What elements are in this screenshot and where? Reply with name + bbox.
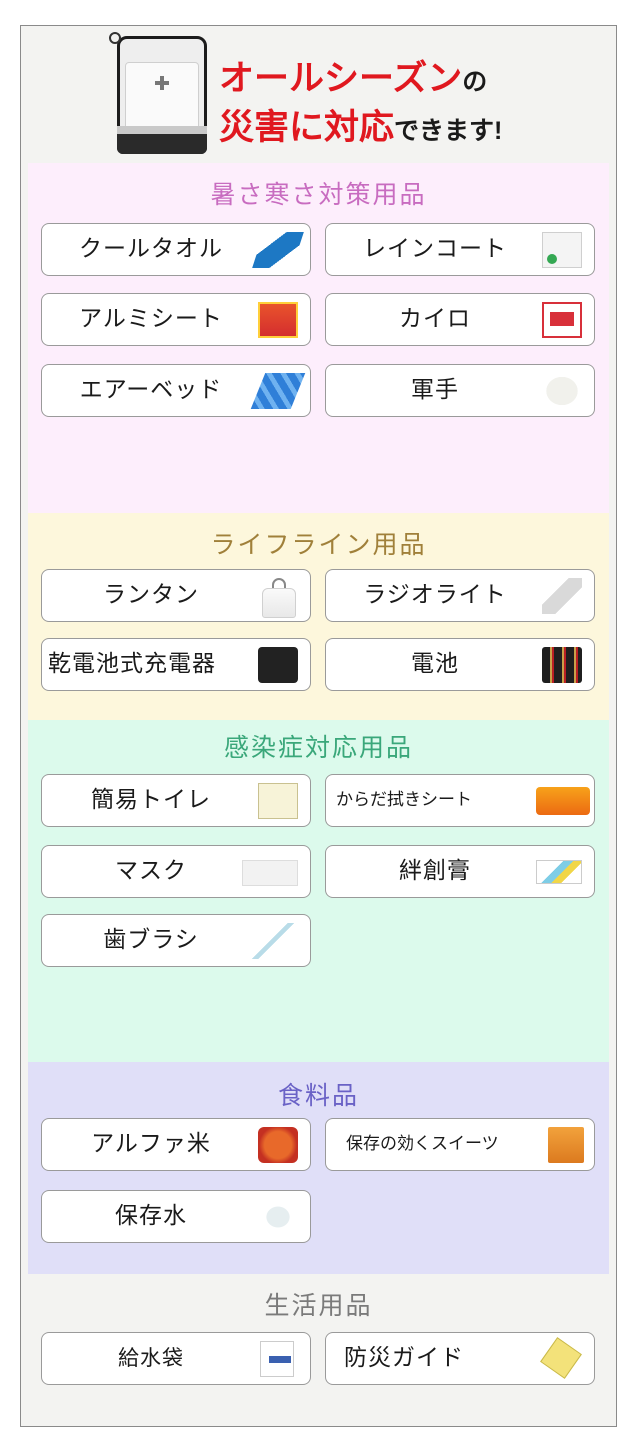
- section-infection: 感染症対応用品 簡易トイレ からだ拭きシート マスク 絆創膏 歯ブラシ: [28, 720, 609, 1062]
- item-label: 簡易トイレ: [91, 787, 211, 813]
- hero-headline-2: 災害に対応できます!: [219, 99, 502, 150]
- item-label: アルファ米: [91, 1131, 211, 1157]
- battery-charger-icon: [258, 647, 298, 683]
- hero-headline-1-small: の: [462, 68, 488, 96]
- item-label: レインコート: [363, 236, 507, 262]
- item-label: 軍手: [411, 377, 459, 403]
- item-label: 給水袋: [118, 1346, 184, 1370]
- hero-headline-2-main: 災害に対応: [219, 108, 395, 147]
- item-aluminum-sheet[interactable]: アルミシート: [41, 293, 311, 346]
- backpack-icon: [109, 32, 215, 156]
- item-raincoat[interactable]: レインコート: [325, 223, 595, 276]
- radio-light-icon: [542, 578, 582, 614]
- section-title: 暑さ寒さ対策用品: [210, 180, 427, 209]
- item-body-wipes[interactable]: からだ拭きシート: [325, 774, 595, 827]
- water-bag-icon: [260, 1341, 294, 1377]
- item-batteries[interactable]: 電池: [325, 638, 595, 691]
- hero-headline-1: オールシーズンの: [219, 50, 487, 101]
- item-air-bed[interactable]: エアーベッド: [41, 364, 311, 417]
- section-living: 生活用品 給水袋 防災ガイド: [28, 1274, 609, 1419]
- section-title: 感染症対応用品: [223, 733, 413, 762]
- hand-warmer-icon: [542, 302, 582, 338]
- item-label: アルミシート: [79, 306, 223, 332]
- section-heat-cold: 暑さ寒さ対策用品 クールタオル レインコート アルミシート カイロ エアーベッド…: [28, 163, 609, 513]
- item-radio-light[interactable]: ラジオライト: [325, 569, 595, 622]
- item-disaster-guide[interactable]: 防災ガイド: [325, 1332, 595, 1385]
- alpha-rice-icon: [258, 1127, 298, 1163]
- product-list-panel: オールシーズンの 災害に対応できます! 暑さ寒さ対策用品 クールタオル レインコ…: [20, 25, 617, 1427]
- hero-headline-1-main: オールシーズン: [219, 59, 463, 98]
- lantern-icon: [258, 578, 298, 618]
- item-label: カイロ: [399, 306, 471, 332]
- item-toothbrush[interactable]: 歯ブラシ: [41, 914, 311, 967]
- item-preserved-water[interactable]: 保存水: [41, 1190, 311, 1243]
- item-lantern[interactable]: ランタン: [41, 569, 311, 622]
- item-bandage[interactable]: 絆創膏: [325, 845, 595, 898]
- section-title: ライフライン用品: [210, 530, 427, 559]
- item-label: からだ拭きシート: [336, 790, 472, 810]
- mask-icon: [242, 860, 298, 886]
- item-label: 絆創膏: [399, 858, 471, 884]
- toothbrush-icon: [248, 923, 298, 959]
- section-lifeline: ライフライン用品 ランタン ラジオライト 乾電池式充電器 電池: [28, 513, 609, 720]
- section-title: 生活用品: [264, 1291, 373, 1320]
- section-title: 食料品: [277, 1081, 359, 1110]
- item-label: 保存水: [115, 1203, 187, 1229]
- hero-headline-2-small: できます!: [394, 117, 503, 145]
- item-portable-toilet[interactable]: 簡易トイレ: [41, 774, 311, 827]
- item-label: 歯ブラシ: [103, 927, 199, 953]
- aluminum-sheet-icon: [258, 302, 298, 338]
- water-bottle-icon: [258, 1199, 298, 1235]
- bandage-icon: [536, 860, 582, 884]
- hero-banner: オールシーズンの 災害に対応できます!: [21, 26, 616, 158]
- item-label: 乾電池式充電器: [48, 651, 216, 677]
- item-label: 保存の効くスイーツ: [346, 1134, 499, 1154]
- portable-toilet-icon: [258, 783, 298, 819]
- item-battery-charger[interactable]: 乾電池式充電器: [41, 638, 311, 691]
- item-work-gloves[interactable]: 軍手: [325, 364, 595, 417]
- body-wipes-icon: [536, 787, 590, 815]
- raincoat-icon: [542, 232, 582, 268]
- work-glove-icon: [542, 373, 582, 409]
- item-alpha-rice[interactable]: アルファ米: [41, 1118, 311, 1171]
- item-label: クールタオル: [79, 236, 223, 262]
- item-preserved-sweets[interactable]: 保存の効くスイーツ: [325, 1118, 595, 1171]
- battery-icon: [542, 647, 582, 683]
- item-hand-warmer[interactable]: カイロ: [325, 293, 595, 346]
- item-label: 防災ガイド: [344, 1345, 464, 1371]
- item-label: ラジオライト: [363, 582, 507, 608]
- item-cool-towel[interactable]: クールタオル: [41, 223, 311, 276]
- disaster-guide-icon: [540, 1337, 582, 1379]
- item-label: マスク: [115, 858, 187, 884]
- item-label: エアーベッド: [79, 377, 223, 403]
- item-label: 電池: [411, 651, 459, 677]
- section-food: 食料品 アルファ米 保存の効くスイーツ 保存水: [28, 1062, 609, 1274]
- item-label: ランタン: [103, 582, 199, 608]
- preserved-sweets-icon: [548, 1127, 584, 1163]
- item-water-bag[interactable]: 給水袋: [41, 1332, 311, 1385]
- item-mask[interactable]: マスク: [41, 845, 311, 898]
